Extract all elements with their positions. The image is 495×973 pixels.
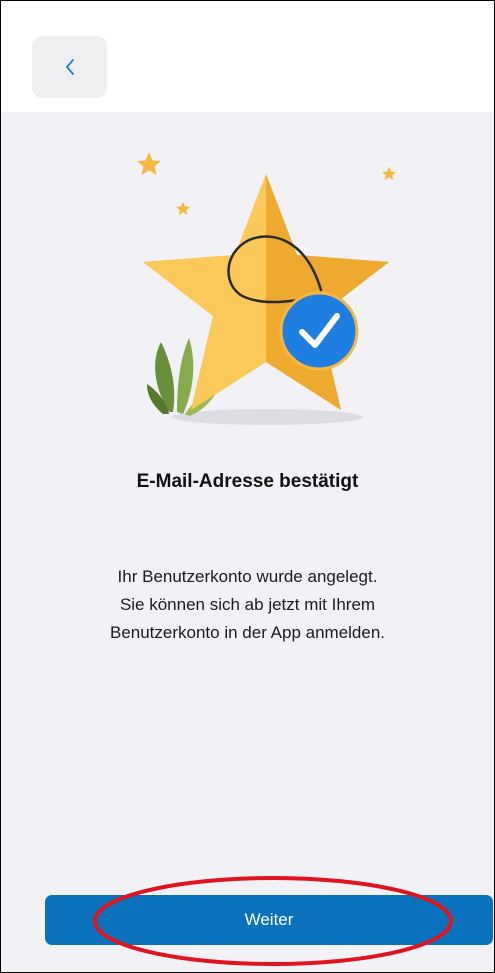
message-line: Ihr Benutzerkonto wurde angelegt. [117, 567, 378, 586]
sparkle-star-icon [176, 202, 190, 215]
confirmation-message: Ihr Benutzerkonto wurde angelegt. Sie kö… [41, 563, 454, 647]
back-button[interactable] [32, 36, 107, 98]
continue-button[interactable]: Weiter [45, 895, 493, 945]
sparkle-star-icon [137, 152, 161, 175]
chevron-left-icon [65, 59, 74, 75]
message-line: Sie können sich ab jetzt mit Ihrem [119, 595, 376, 614]
email-confirmed-screen: E-Mail-Adresse bestätigt Ihr Benutzerkon… [0, 0, 495, 973]
success-illustration [1, 112, 494, 442]
page-title: E-Mail-Adresse bestätigt [136, 471, 359, 492]
sparkle-star-icon [382, 167, 396, 180]
checkmark-badge-icon [279, 291, 359, 371]
ground-shadow [171, 409, 363, 425]
message-line: Benutzerkonto in der App anmelden. [109, 623, 386, 642]
top-bar [1, 1, 494, 112]
